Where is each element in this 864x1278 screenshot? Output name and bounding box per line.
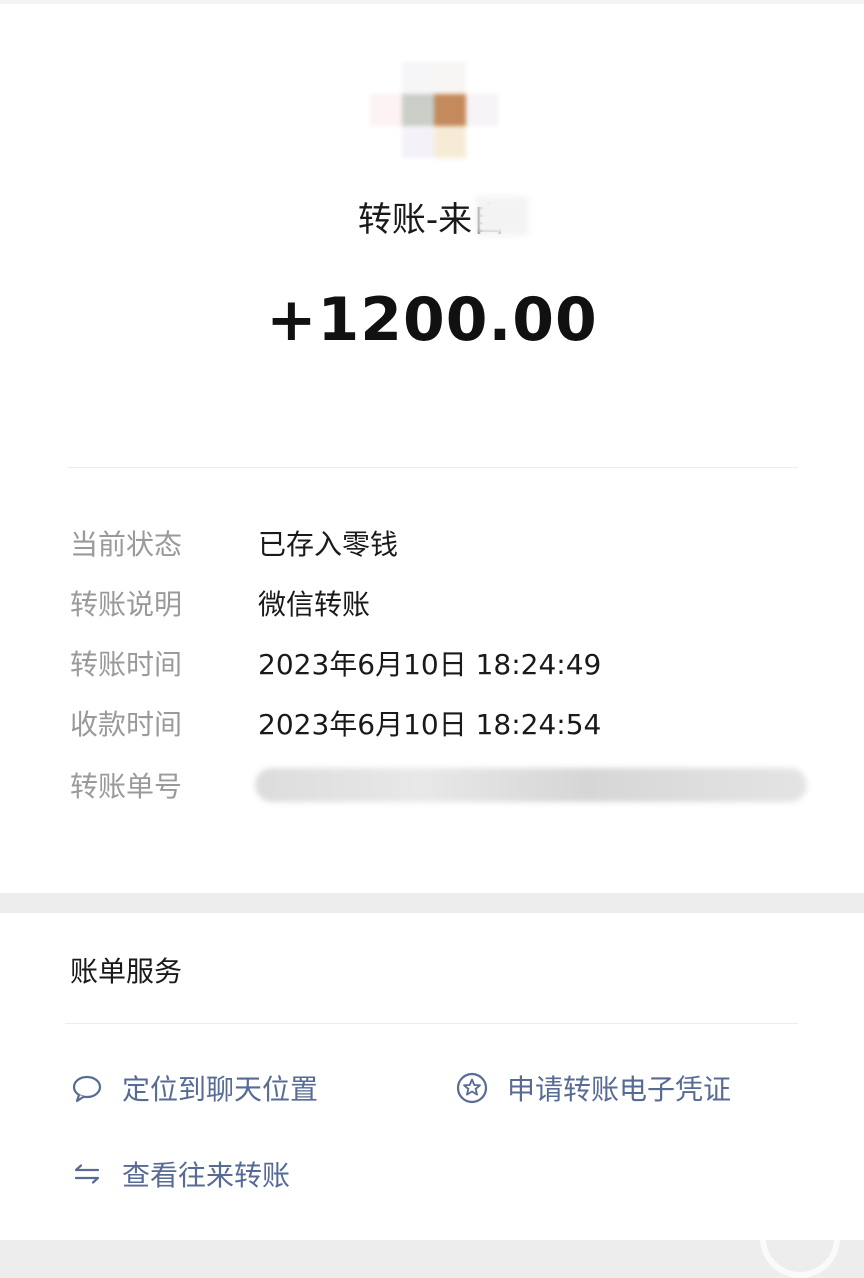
sender-avatar[interactable] (370, 62, 498, 166)
view-transfers-button[interactable]: 查看往来转账 (70, 1152, 290, 1196)
bill-services-title: 账单服务 (70, 955, 183, 988)
star-badge-icon (455, 1071, 489, 1105)
locate-chat-label: 定位到聊天位置 (122, 1073, 319, 1106)
detail-label: 收款时间 (70, 708, 183, 741)
transfer-detail-card: 转账-来自 +1200.00 (0, 0, 864, 893)
detail-value: 微信转账 (258, 588, 371, 621)
detail-label: 转账说明 (70, 588, 183, 621)
watermark-logo (760, 1198, 840, 1278)
detail-value: 2023年6月10日 18:24:54 (258, 708, 602, 741)
redacted-sender-name (476, 196, 528, 236)
detail-label: 当前状态 (70, 528, 183, 561)
locate-chat-button[interactable]: 定位到聊天位置 (70, 1066, 318, 1110)
services-divider (65, 1023, 798, 1024)
detail-value: 2023年6月10日 18:24:49 (258, 648, 602, 681)
transfer-amount: +1200.00 (266, 285, 598, 355)
top-divider (0, 0, 864, 4)
redacted-transaction-id (255, 768, 807, 802)
swap-arrows-icon (70, 1157, 104, 1191)
detail-value: 已存入零钱 (258, 528, 399, 561)
chat-bubble-icon (70, 1071, 104, 1105)
apply-voucher-button[interactable]: 申请转账电子凭证 (455, 1066, 731, 1110)
view-transfers-label: 查看往来转账 (122, 1159, 291, 1192)
apply-voucher-label: 申请转账电子凭证 (507, 1073, 732, 1106)
amount-divider (68, 467, 798, 468)
transfer-title: 转账-来自 (357, 200, 507, 240)
detail-label: 转账单号 (70, 770, 183, 803)
detail-label: 转账时间 (70, 648, 183, 681)
